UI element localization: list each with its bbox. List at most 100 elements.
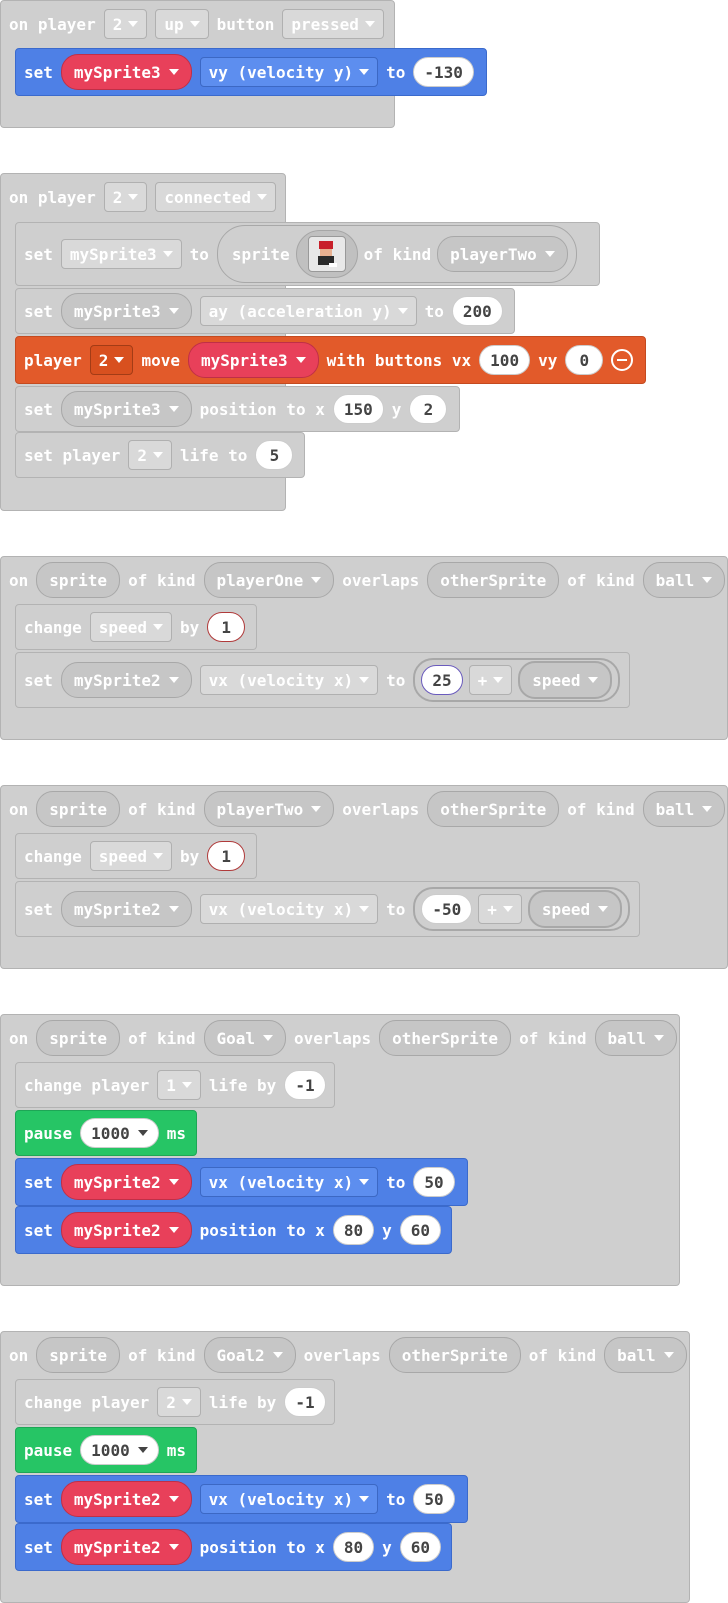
- sprite-variable[interactable]: mySprite2: [60, 891, 192, 927]
- set-velocity-block[interactable]: set mySprite2 vx (velocity x) to -50 + s…: [15, 881, 640, 937]
- state-dropdown[interactable]: pressed: [282, 9, 384, 39]
- variable-dropdown[interactable]: mySprite3: [60, 239, 182, 269]
- value-input[interactable]: 5: [255, 440, 294, 470]
- operand-b-variable[interactable]: speed: [518, 661, 613, 699]
- operand-a-input[interactable]: -50: [421, 894, 473, 924]
- x-input[interactable]: 150: [332, 394, 384, 424]
- pause-block[interactable]: pause 1000 ms: [15, 1110, 197, 1156]
- to-label: to: [386, 1489, 406, 1509]
- operator-dropdown[interactable]: +: [478, 894, 522, 924]
- player-dropdown[interactable]: 2: [103, 9, 148, 39]
- of-kind-label-2: of kind: [528, 1345, 597, 1365]
- operand-a-input[interactable]: 25: [421, 665, 463, 695]
- kind-dropdown-2[interactable]: ball: [642, 791, 726, 827]
- kind-dropdown[interactable]: playerOne: [203, 562, 335, 598]
- chevron-down-icon: [257, 194, 268, 200]
- kind-dropdown[interactable]: Goal2: [203, 1337, 296, 1373]
- sprite-variable[interactable]: mySprite2: [60, 662, 192, 698]
- sprite-variable[interactable]: mySprite3: [60, 293, 192, 329]
- of-kind-label: of kind: [128, 799, 196, 819]
- value-input[interactable]: -1: [284, 1070, 326, 1100]
- ms-dropdown[interactable]: 1000: [80, 1118, 159, 1148]
- value-input[interactable]: -1: [284, 1387, 326, 1417]
- sprite-variable[interactable]: mySprite2: [60, 1481, 192, 1517]
- sprite-variable[interactable]: mySprite3: [60, 54, 192, 90]
- state-dropdown[interactable]: connected: [155, 182, 277, 212]
- sprite-param[interactable]: sprite: [36, 1337, 121, 1373]
- other-sprite-param[interactable]: otherSprite: [379, 1020, 512, 1056]
- property-dropdown[interactable]: ay (acceleration y): [199, 296, 417, 326]
- change-life-block[interactable]: change player 1 life by -1: [15, 1062, 335, 1108]
- x-input[interactable]: 80: [332, 1215, 375, 1245]
- y-input[interactable]: 2: [409, 394, 448, 424]
- kind-dropdown-2[interactable]: ball: [604, 1337, 687, 1373]
- chevron-down-icon: [359, 906, 370, 912]
- vy-input[interactable]: 0: [565, 345, 604, 375]
- ms-dropdown[interactable]: 1000: [80, 1435, 159, 1465]
- other-sprite-param[interactable]: otherSprite: [427, 562, 560, 598]
- change-life-block[interactable]: change player 2 life by -1: [15, 1379, 335, 1425]
- value-input[interactable]: 50: [413, 1167, 455, 1197]
- property-dropdown[interactable]: vx (velocity x): [199, 1484, 379, 1514]
- pause-block[interactable]: pause 1000 ms: [15, 1427, 197, 1473]
- value-input[interactable]: 1: [207, 612, 246, 642]
- sprite-create-block[interactable]: sprite of kind playerTwo: [216, 225, 577, 283]
- set-velocity-block[interactable]: set mySprite2 vx (velocity x) to 50: [15, 1158, 468, 1206]
- operand-b-variable[interactable]: speed: [527, 890, 623, 928]
- player-dropdown[interactable]: 2: [89, 345, 134, 375]
- math-expression[interactable]: -50 + speed: [413, 887, 631, 931]
- remove-icon[interactable]: [611, 349, 634, 371]
- sprite-variable[interactable]: mySprite2: [60, 1164, 192, 1200]
- change-variable-block[interactable]: change speed by 1: [15, 833, 257, 879]
- position-label: position to x: [199, 399, 325, 419]
- value-input[interactable]: 1: [207, 841, 246, 871]
- player-dropdown[interactable]: 2: [103, 182, 148, 212]
- kind-dropdown-2[interactable]: ball: [594, 1020, 678, 1056]
- sprite-variable[interactable]: mySprite3: [60, 391, 192, 427]
- sprite-param[interactable]: sprite: [36, 1020, 121, 1056]
- vx-input[interactable]: 100: [479, 345, 531, 375]
- kind-dropdown[interactable]: playerTwo: [203, 791, 335, 827]
- player-dropdown[interactable]: 2: [157, 1387, 201, 1417]
- set-position-block[interactable]: set mySprite2 position to x 80 y 60: [15, 1523, 452, 1571]
- property-dropdown[interactable]: vy (velocity y): [199, 57, 379, 87]
- sprite-variable[interactable]: mySprite3: [187, 342, 319, 378]
- sprite-param[interactable]: sprite: [36, 791, 121, 827]
- sprite-image-picker[interactable]: [295, 230, 358, 278]
- set-sprite-block[interactable]: set mySprite3 to sprite of kind playerTw…: [15, 222, 600, 286]
- player-dropdown[interactable]: 2: [128, 440, 172, 470]
- operator-dropdown[interactable]: +: [468, 665, 513, 695]
- set-label: set: [24, 1489, 53, 1509]
- button-dropdown[interactable]: up: [155, 9, 209, 39]
- math-expression[interactable]: 25 + speed: [413, 658, 621, 702]
- property-dropdown[interactable]: vx (velocity x): [199, 894, 379, 924]
- move-with-buttons-block[interactable]: player 2 move mySprite3 with buttons vx …: [15, 336, 646, 384]
- set-velocity-block[interactable]: set mySprite2 vx (velocity x) to 50: [15, 1475, 468, 1523]
- property-dropdown[interactable]: vx (velocity x): [199, 665, 379, 695]
- y-input[interactable]: 60: [399, 1532, 442, 1562]
- x-input[interactable]: 80: [332, 1532, 375, 1562]
- value-input[interactable]: 200: [451, 296, 503, 326]
- set-life-block[interactable]: set player 2 life to 5: [15, 432, 305, 478]
- variable-dropdown[interactable]: speed: [89, 841, 172, 871]
- y-input[interactable]: 60: [399, 1215, 442, 1245]
- other-sprite-param[interactable]: otherSprite: [427, 791, 560, 827]
- kind-dropdown[interactable]: playerTwo: [437, 236, 568, 272]
- sprite-variable[interactable]: mySprite2: [60, 1212, 192, 1248]
- set-position-block[interactable]: set mySprite3 position to x 150 y 2: [15, 386, 460, 432]
- kind-dropdown-2[interactable]: ball: [642, 562, 726, 598]
- player-dropdown[interactable]: 1: [157, 1070, 201, 1100]
- set-position-block[interactable]: set mySprite2 position to x 80 y 60: [15, 1206, 452, 1254]
- sprite-param[interactable]: sprite: [36, 562, 121, 598]
- set-acceleration-block[interactable]: set mySprite3 ay (acceleration y) to 200: [15, 288, 515, 334]
- variable-dropdown[interactable]: speed: [89, 612, 172, 642]
- change-variable-block[interactable]: change speed by 1: [15, 604, 257, 650]
- value-input[interactable]: -130: [413, 57, 474, 87]
- kind-dropdown[interactable]: Goal: [203, 1020, 287, 1056]
- sprite-variable[interactable]: mySprite2: [60, 1529, 192, 1565]
- value-input[interactable]: 50: [413, 1484, 455, 1514]
- set-velocity-block[interactable]: set mySprite2 vx (velocity x) to 25 + sp…: [15, 652, 630, 708]
- property-dropdown[interactable]: vx (velocity x): [199, 1167, 379, 1197]
- set-velocity-block[interactable]: set mySprite3 vy (velocity y) to -130: [15, 48, 487, 96]
- other-sprite-param[interactable]: otherSprite: [388, 1337, 521, 1373]
